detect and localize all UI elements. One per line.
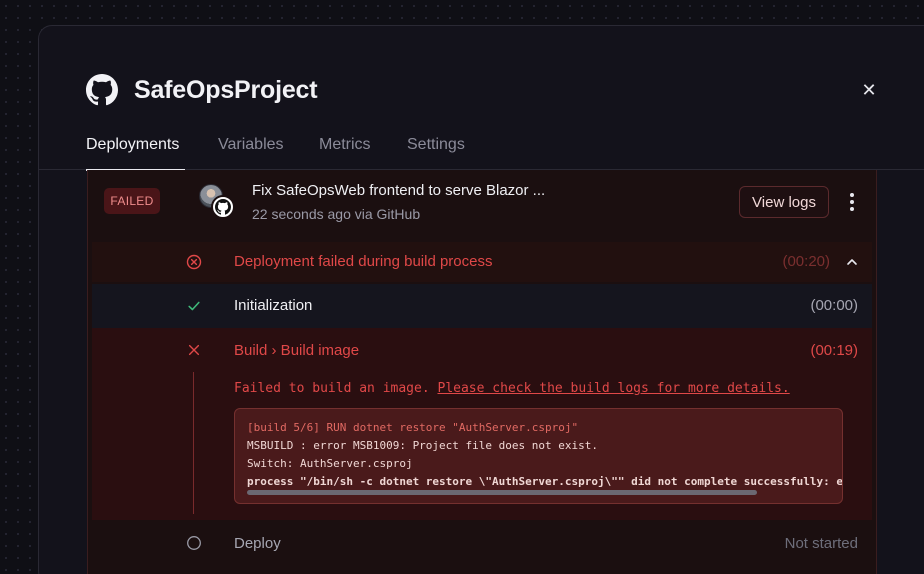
step-row-initialization[interactable]: Initialization (00:00)	[92, 284, 872, 328]
more-vertical-icon[interactable]	[840, 188, 864, 216]
tab-bar: Deployments Variables Metrics Settings	[39, 126, 924, 171]
github-avatar-icon	[211, 195, 235, 219]
view-logs-button[interactable]: View logs	[739, 186, 829, 218]
deployment-meta: 22 seconds ago via GitHub	[252, 206, 421, 222]
step-label: Deploy	[234, 535, 281, 552]
tab-settings[interactable]: Settings	[407, 136, 465, 154]
log-line: Switch: AuthServer.csproj	[247, 457, 413, 470]
summary-label: Deployment failed during build process	[234, 253, 493, 270]
log-line: [build 5/6] RUN dotnet restore "AuthServ…	[247, 421, 579, 434]
project-title: SafeOpsProject	[134, 75, 318, 104]
modal-header: SafeOpsProject	[86, 74, 318, 106]
deployment-card: FAILED Fix SafeOpsWeb frontend to serve …	[87, 170, 877, 574]
summary-duration: (00:20)	[782, 253, 830, 270]
project-modal: SafeOpsProject ✕ Deployments Variables M…	[38, 25, 924, 574]
step-connector	[193, 372, 194, 514]
step-status: Not started	[784, 535, 858, 552]
horizontal-scrollbar[interactable]	[247, 490, 757, 495]
step-duration: (00:19)	[810, 342, 858, 359]
circle-icon	[186, 535, 202, 551]
step-row-deploy[interactable]: Deploy Not started	[92, 520, 872, 568]
deployment-summary-row[interactable]: Deployment failed during build process (…	[92, 242, 872, 282]
x-icon	[186, 342, 202, 358]
log-line: process "/bin/sh -c dotnet restore \"Aut…	[247, 475, 843, 488]
chevron-up-icon[interactable]	[844, 254, 860, 270]
status-badge: FAILED	[104, 188, 160, 214]
tab-deployments[interactable]: Deployments	[86, 136, 179, 154]
commit-title[interactable]: Fix SafeOpsWeb frontend to serve Blazor …	[252, 182, 545, 199]
log-line: MSBUILD : error MSB1009: Project file do…	[247, 439, 598, 452]
build-error-message: Failed to build an image. Please check t…	[234, 381, 790, 396]
step-label: Initialization	[234, 297, 313, 314]
build-logs-link[interactable]: Please check the build logs for more det…	[438, 381, 790, 396]
step-label: Build › Build image	[234, 342, 360, 359]
step-duration: (00:00)	[810, 297, 858, 314]
check-icon	[186, 298, 202, 314]
step-row-build[interactable]: Build › Build image (00:19) Failed to bu…	[92, 328, 872, 520]
close-button[interactable]: ✕	[857, 78, 881, 102]
error-text: Failed to build an image.	[234, 381, 430, 396]
tab-metrics[interactable]: Metrics	[319, 136, 371, 154]
close-icon: ✕	[861, 79, 877, 100]
github-icon	[86, 74, 118, 106]
x-circle-icon	[186, 254, 202, 270]
log-output[interactable]: [build 5/6] RUN dotnet restore "AuthServ…	[234, 408, 843, 504]
tab-variables[interactable]: Variables	[218, 136, 284, 154]
